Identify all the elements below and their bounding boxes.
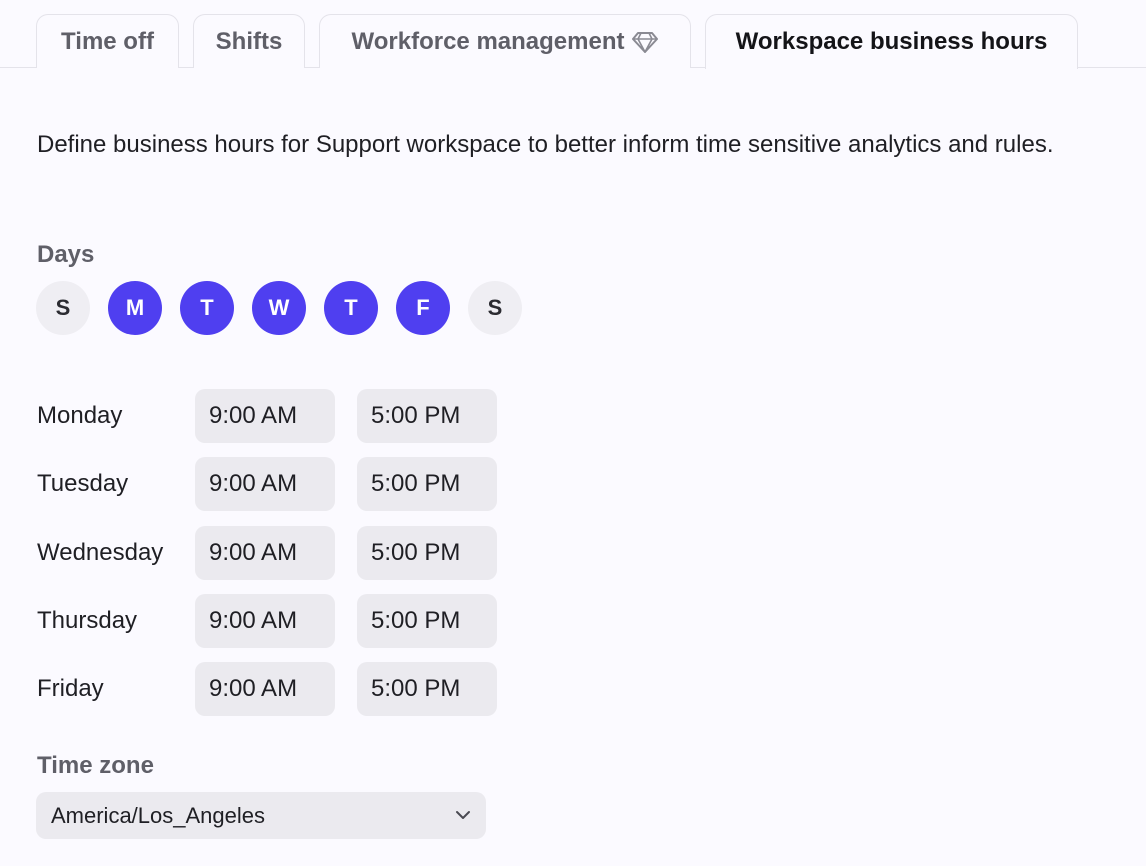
end-time-field[interactable]: 5:00 PM (357, 389, 497, 443)
days-label: Days (37, 241, 95, 268)
tab-workforce-management[interactable]: Workforce management (319, 14, 691, 68)
timezone-select[interactable]: America/Los_Angeles (36, 792, 486, 839)
day-letter: M (125, 295, 145, 320)
page-description: Define business hours for Support worksp… (37, 131, 1054, 158)
tab-bar: Time off Shifts Workforce management Wor… (0, 0, 1146, 69)
day-toggle-monday[interactable]: M (108, 281, 162, 335)
day-letter: S (55, 295, 71, 320)
timezone-value: America/Los_Angeles (51, 803, 266, 828)
day-toggle-tuesday[interactable]: T (180, 281, 234, 335)
tab-shifts[interactable]: Shifts (193, 14, 305, 68)
hours-row-thursday: Thursday 9:00 AM 5:00 PM (37, 594, 517, 648)
start-time-field[interactable]: 9:00 AM (195, 389, 335, 443)
hours-row-friday: Friday 9:00 AM 5:00 PM (37, 662, 517, 716)
day-toggle-saturday[interactable]: S (468, 281, 522, 335)
day-letter: T (344, 295, 358, 320)
day-name: Wednesday (37, 539, 164, 566)
tab-label: Workspace business hours (735, 28, 1048, 55)
day-name: Monday (37, 402, 123, 429)
hours-row-tuesday: Tuesday 9:00 AM 5:00 PM (37, 457, 517, 511)
hours-row-wednesday: Wednesday 9:00 AM 5:00 PM (37, 526, 517, 580)
day-letter: T (200, 295, 214, 320)
day-name: Thursday (37, 607, 138, 634)
start-time-field[interactable]: 9:00 AM (195, 457, 335, 511)
day-letter: F (416, 295, 430, 320)
tab-label: Shifts (215, 27, 283, 55)
day-letter: W (268, 295, 290, 320)
hours-row-monday: Monday 9:00 AM 5:00 PM (37, 389, 517, 443)
end-time-field[interactable]: 5:00 PM (357, 457, 497, 511)
tab-label: Workforce management (351, 27, 625, 55)
tab-label: Time off (61, 27, 154, 55)
end-time-field[interactable]: 5:00 PM (357, 662, 497, 716)
chevron-down-icon (456, 811, 470, 819)
timezone-label: Time zone (37, 752, 154, 779)
day-toggle-wednesday[interactable]: W (252, 281, 306, 335)
day-toggle-thursday[interactable]: T (324, 281, 378, 335)
day-toggle-sunday[interactable]: S (36, 281, 90, 335)
end-time-field[interactable]: 5:00 PM (357, 526, 497, 580)
diamond-icon (632, 31, 659, 53)
tab-time-off[interactable]: Time off (36, 14, 179, 68)
start-time-field[interactable]: 9:00 AM (195, 594, 335, 648)
day-name: Tuesday (37, 470, 129, 497)
end-time-field[interactable]: 5:00 PM (357, 594, 497, 648)
day-letter: S (487, 295, 503, 320)
start-time-field[interactable]: 9:00 AM (195, 526, 335, 580)
day-toggle-friday[interactable]: F (396, 281, 450, 335)
tab-workspace-business-hours[interactable]: Workspace business hours (705, 14, 1078, 69)
day-name: Friday (37, 675, 104, 702)
start-time-field[interactable]: 9:00 AM (195, 662, 335, 716)
